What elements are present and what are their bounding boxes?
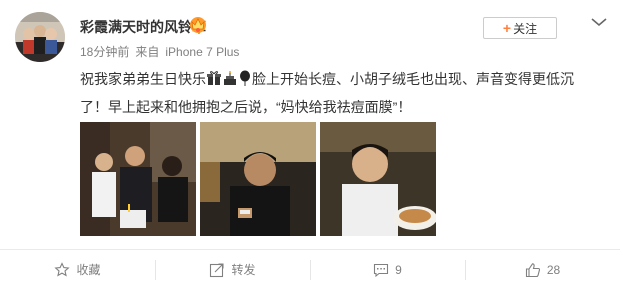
repost-button[interactable]: 转发 bbox=[155, 250, 310, 289]
share-icon bbox=[210, 262, 225, 277]
comment-button[interactable]: 9 bbox=[310, 250, 465, 289]
star-icon bbox=[54, 261, 71, 277]
like-count: 28 bbox=[546, 262, 561, 277]
vip-crown-icon[interactable] bbox=[187, 13, 209, 35]
weibo-post-card: 彩霞满天时的风铃草 18分钟前 来自 iPhone 7 Plus + 关注 祝我家弟… bbox=[0, 0, 620, 289]
comment-count: 9 bbox=[395, 262, 402, 277]
gift-emoji-icon bbox=[206, 68, 222, 94]
favorite-label: 收藏 bbox=[76, 263, 101, 277]
like-button[interactable]: 28 bbox=[465, 250, 620, 289]
follow-label: 关注 bbox=[513, 21, 538, 36]
chevron-down-icon[interactable] bbox=[590, 15, 608, 27]
source-device[interactable]: iPhone 7 Plus bbox=[165, 45, 239, 59]
plus-icon: + bbox=[502, 20, 512, 36]
post-text: 祝我家弟弟生日快乐 脸上开始长痘、小胡子绒毛也出现、声音变得更低沉了！早上起来和他… bbox=[80, 66, 600, 120]
post-text-part1: 祝我家弟弟生日快乐 bbox=[80, 71, 206, 87]
cake-emoji-icon bbox=[222, 68, 238, 94]
photo-thumbnail[interactable] bbox=[200, 122, 316, 236]
favorite-button[interactable]: 收藏 bbox=[0, 250, 155, 289]
source-prefix: 来自 bbox=[135, 45, 160, 59]
photo-thumbnail[interactable] bbox=[320, 122, 436, 236]
avatar[interactable] bbox=[15, 12, 65, 62]
follow-button[interactable]: + 关注 bbox=[483, 17, 557, 39]
balloon-emoji-icon bbox=[238, 68, 252, 94]
like-icon bbox=[525, 262, 540, 277]
repost-label: 转发 bbox=[231, 263, 256, 277]
photo-thumbnail[interactable] bbox=[80, 122, 196, 236]
comment-icon bbox=[374, 263, 389, 277]
post-meta: 18分钟前 来自 iPhone 7 Plus bbox=[80, 43, 245, 60]
post-time[interactable]: 18分钟前 bbox=[80, 45, 129, 59]
action-bar: 收藏 转发 9 28 bbox=[0, 250, 620, 289]
